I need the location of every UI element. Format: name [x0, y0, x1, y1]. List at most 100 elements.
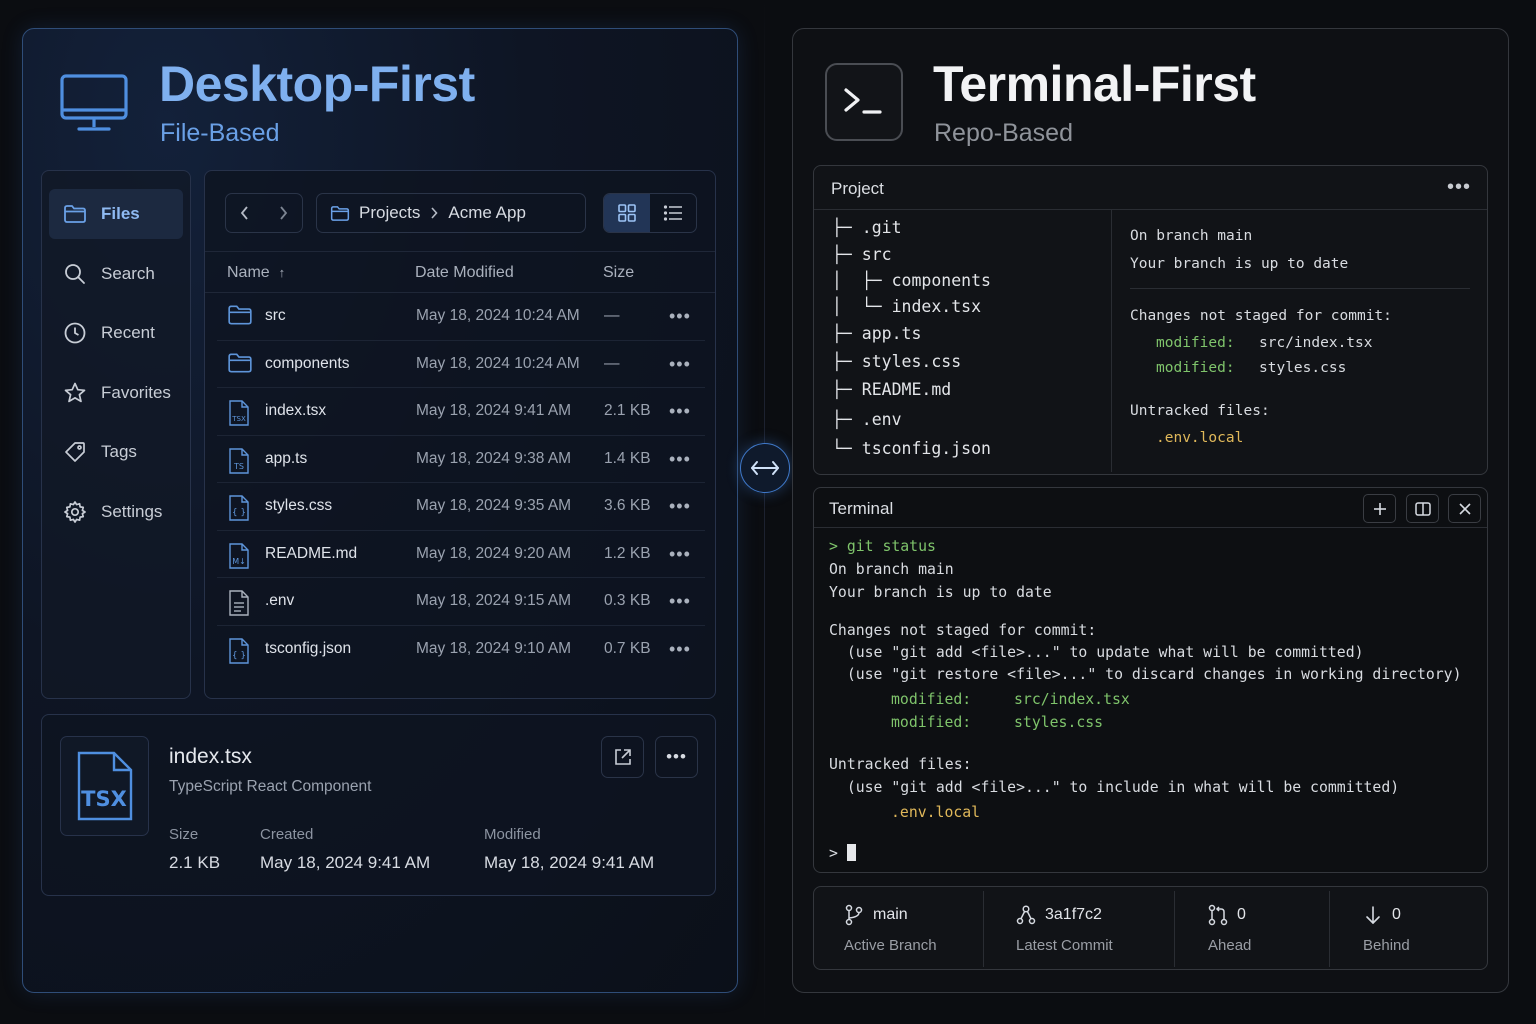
column-header-size[interactable]: Size: [603, 264, 634, 282]
more-options-icon[interactable]: •••: [1447, 176, 1471, 199]
sidebar-item-files[interactable]: Files: [49, 189, 183, 239]
more-options-icon[interactable]: •••: [669, 496, 691, 517]
back-button[interactable]: [226, 194, 264, 232]
more-options-icon[interactable]: •••: [669, 449, 691, 470]
table-row[interactable]: TSX index.tsx May 18, 2024 9:41 AM 2.1 K…: [217, 388, 705, 436]
star-icon: [64, 382, 86, 402]
swap-button[interactable]: [740, 443, 790, 493]
view-toggle: [603, 193, 697, 233]
center-divider: [764, 0, 765, 1024]
stat-value: 0: [1237, 906, 1246, 923]
sidebar-item-label: Files: [101, 204, 140, 223]
branch-icon: [845, 904, 863, 926]
file-date: May 18, 2024 9:20 AM: [416, 544, 572, 562]
sidebar-item-favorites[interactable]: Favorites: [49, 368, 183, 418]
stat-value: 0: [1392, 906, 1401, 923]
modified-value: May 18, 2024 9:41 AM: [484, 853, 655, 872]
monitor-icon: [59, 73, 129, 140]
terminal-icon: [825, 63, 903, 141]
swap-arrows-icon: [751, 461, 779, 475]
folder-icon: [64, 205, 86, 223]
file-date: May 18, 2024 9:41 AM: [416, 402, 572, 419]
detail-file-type: TypeScript React Component: [169, 778, 372, 795]
sidebar-item-label: Search: [101, 263, 155, 283]
chevron-right-icon: [280, 206, 288, 220]
panel-subtitle: Repo-Based: [934, 119, 1073, 147]
breadcrumb-projects[interactable]: Projects: [359, 203, 420, 223]
file-size: 0.3 KB: [604, 592, 651, 609]
tree-item[interactable]: ├─ .git: [832, 218, 902, 237]
table-row[interactable]: .env May 18, 2024 9:15 AM 0.3 KB •••: [217, 578, 705, 626]
terminal-prompt[interactable]: >: [829, 844, 856, 862]
file-list: src May 18, 2024 10:24 AM — ••• componen…: [217, 293, 705, 673]
terminal-line: (use "git restore <file>..." to discard …: [829, 666, 1462, 683]
column-header-date[interactable]: Date Modified: [415, 264, 514, 282]
table-row[interactable]: TS app.ts May 18, 2024 9:38 AM 1.4 KB ••…: [217, 436, 705, 483]
tree-item[interactable]: │ └─ index.tsx: [832, 297, 981, 316]
new-terminal-button[interactable]: [1363, 494, 1396, 523]
stat-label: Latest Commit: [1016, 937, 1113, 954]
file-size: —: [604, 354, 620, 372]
tree-item[interactable]: ├─ .env: [832, 410, 902, 429]
tree-item[interactable]: │ ├─ components: [832, 271, 991, 290]
file-size: 1.2 KB: [604, 544, 651, 562]
grid-icon: [618, 204, 636, 222]
close-icon: [1458, 502, 1471, 515]
terminal-line: (use "git add <file>..." to include in w…: [829, 779, 1400, 796]
svg-text:TS: TS: [233, 462, 244, 471]
tree-item[interactable]: ├─ app.ts: [832, 324, 921, 343]
file-date: May 18, 2024 9:35 AM: [416, 497, 572, 514]
column-header-name[interactable]: Name ↑: [227, 264, 285, 282]
split-icon: [1414, 501, 1431, 516]
file-name: app.ts: [265, 449, 308, 467]
table-row[interactable]: { } styles.css May 18, 2024 9:35 AM 3.6 …: [217, 483, 705, 531]
more-options-icon[interactable]: •••: [669, 639, 691, 660]
breadcrumb: Projects Acme App: [316, 193, 586, 233]
file-name: .env: [265, 592, 295, 609]
divider: [983, 891, 984, 967]
sidebar-item-label: Favorites: [101, 382, 171, 402]
tree-item[interactable]: └─ tsconfig.json: [832, 439, 991, 458]
status-untracked-file: .env.local: [1156, 430, 1244, 446]
project-panel: Project ••• ├─ .git ├─ src │ ├─ componen…: [813, 165, 1488, 475]
table-row[interactable]: src May 18, 2024 10:24 AM — •••: [217, 293, 705, 341]
search-icon: [65, 263, 85, 284]
close-terminal-button[interactable]: [1448, 494, 1481, 523]
more-options-icon[interactable]: •••: [669, 591, 691, 612]
more-options-button[interactable]: •••: [655, 736, 698, 778]
more-options-icon[interactable]: •••: [669, 401, 691, 422]
sidebar-item-tags[interactable]: Tags: [49, 427, 183, 477]
terminal-modified-file: styles.css: [1014, 714, 1104, 731]
stat-label: Behind: [1363, 937, 1410, 954]
more-options-icon[interactable]: •••: [669, 544, 691, 565]
tsx-file-icon: TSX: [60, 736, 149, 836]
tree-item[interactable]: ├─ README.md: [832, 380, 951, 399]
more-options-icon[interactable]: •••: [669, 306, 691, 327]
list-view-button[interactable]: [650, 194, 696, 232]
svg-text:TSX: TSX: [231, 415, 246, 423]
tree-item[interactable]: ├─ src: [832, 245, 892, 264]
file-browser: Projects Acme App Name ↑ Date Modified S…: [204, 170, 716, 699]
divider: [1130, 288, 1470, 289]
forward-button[interactable]: [264, 194, 302, 232]
json-file-icon: { }: [227, 637, 251, 670]
table-row[interactable]: { } tsconfig.json May 18, 2024 9:10 AM 0…: [217, 626, 705, 674]
open-external-button[interactable]: [601, 736, 644, 778]
split-terminal-button[interactable]: [1406, 494, 1439, 523]
svg-text:{ }: { }: [232, 651, 246, 661]
grid-view-button[interactable]: [604, 194, 650, 232]
more-options-icon[interactable]: •••: [669, 354, 691, 375]
tree-item[interactable]: ├─ styles.css: [832, 352, 961, 371]
list-icon: [663, 205, 682, 221]
size-value: 2.1 KB: [169, 853, 221, 872]
sidebar-item-settings[interactable]: Settings: [49, 487, 183, 537]
table-row[interactable]: components May 18, 2024 10:24 AM — •••: [217, 341, 705, 388]
clock-icon: [64, 322, 86, 344]
table-row[interactable]: M↓ README.md May 18, 2024 9:20 AM 1.2 KB…: [217, 531, 705, 578]
stat-label: Ahead: [1208, 937, 1252, 954]
sidebar-item-search[interactable]: Search: [49, 249, 183, 299]
sidebar-item-recent[interactable]: Recent: [49, 308, 183, 358]
terminal-modified-file: src/index.tsx: [1014, 691, 1130, 708]
breadcrumb-current[interactable]: Acme App: [448, 203, 526, 223]
file-size: —: [604, 307, 620, 324]
